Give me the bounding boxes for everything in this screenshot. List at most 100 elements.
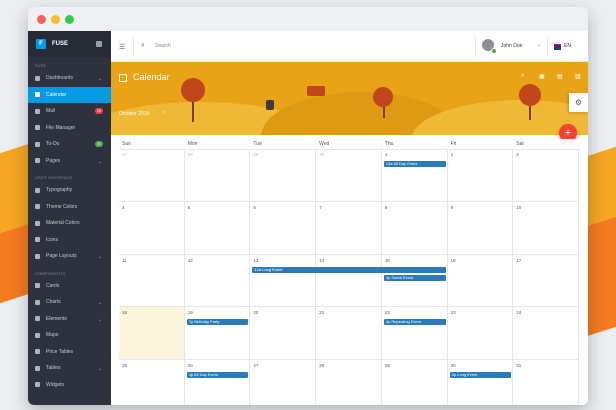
day-cell[interactable]: 12 — [184, 254, 251, 308]
day-number: 17 — [516, 257, 522, 263]
elements-icon — [35, 316, 40, 322]
day-cell[interactable]: 10 — [513, 201, 579, 255]
calendar-event[interactable]: 4p Some Event — [383, 274, 446, 281]
calendar-event[interactable]: 4p Long Event — [449, 372, 512, 379]
day-cell[interactable]: 17 — [513, 254, 579, 308]
prev-month-button[interactable]: ‹ — [163, 110, 165, 116]
day-number: 28 — [187, 152, 193, 157]
day-cell[interactable]: 29 — [250, 149, 317, 202]
calendar-event[interactable]: 12a All Day Event — [383, 161, 446, 167]
chevron-down-icon: ⌄ — [97, 158, 102, 165]
day-cell[interactable]: 15 — [381, 254, 448, 308]
day-cell[interactable]: 27 — [119, 149, 185, 202]
day-cell[interactable]: 14 — [316, 254, 382, 308]
minimize-window-button[interactable] — [51, 15, 60, 24]
day-cell[interactable]: 25 — [119, 360, 185, 405]
sidebar-item-label: Page Layouts — [46, 253, 77, 260]
day-cell[interactable]: 4 — [119, 201, 185, 255]
sidebar-item-charts[interactable]: Charts ⌄ — [28, 294, 111, 311]
day-cell[interactable]: 23 — [447, 307, 514, 361]
page-title: Calendar — [133, 72, 170, 82]
sidebar-item-label: Tables — [46, 365, 61, 372]
close-window-button[interactable] — [37, 15, 46, 24]
day-cell[interactable]: 5 — [184, 201, 251, 255]
pages-icon — [35, 158, 40, 164]
user-name[interactable]: John Doe — [501, 43, 522, 49]
app-window: F FUSE FUSE Dashboards ⌄ Calendar Mail 25 Fil… — [28, 7, 588, 405]
day-cell[interactable]: 9 — [447, 201, 514, 255]
uk-flag-icon[interactable] — [554, 44, 561, 50]
calendar-event[interactable]: 7p Birthday Party — [186, 319, 249, 326]
sidebar-item-cards[interactable]: Cards — [28, 278, 111, 295]
sidebar-item-theme-colors[interactable]: Theme Colors — [28, 199, 111, 216]
sidebar-item-tables[interactable]: Tables ⌄ — [28, 360, 111, 377]
day-cell[interactable]: 29 — [382, 360, 448, 405]
sidebar-item-price-tables[interactable]: Price Tables — [28, 344, 111, 361]
sidebar-item-dashboards[interactable]: Dashboards ⌄ — [28, 70, 111, 87]
day-cell[interactable]: 27 — [250, 360, 317, 405]
day-number: 15 — [384, 257, 390, 263]
sidebar-item-label: Price Tables — [46, 348, 74, 355]
file-manager-icon — [35, 125, 40, 131]
day-cell[interactable]: 31 — [513, 360, 579, 405]
day-number: 23 — [450, 310, 456, 316]
toolbar-divider — [475, 37, 476, 55]
icons-icon — [35, 237, 40, 243]
sidebar-item-typography[interactable]: Typography — [28, 182, 111, 199]
sidebar-item-mail[interactable]: Mail 25 — [28, 103, 111, 120]
day-cell[interactable]: 1 — [381, 149, 448, 202]
search-input[interactable]: Search — [155, 43, 171, 49]
chevron-down-icon[interactable]: ⌄ — [537, 42, 541, 48]
calendar-event[interactable]: 4p All Day Event — [186, 372, 249, 379]
sidebar-toggle-icon[interactable] — [96, 41, 102, 47]
day-cell[interactable]: 26 — [185, 360, 251, 405]
day-cell[interactable]: 20 — [250, 307, 317, 361]
sidebar-item-page-layouts[interactable]: Page Layouts ⌄ — [28, 248, 111, 265]
sidebar-item-material-colors[interactable]: Material Colors — [28, 215, 111, 232]
mail-icon — [35, 108, 40, 114]
day-cell[interactable]: 21 — [316, 307, 382, 361]
day-cell[interactable]: 28 — [184, 149, 251, 202]
calendar-icon — [35, 92, 40, 98]
day-cell[interactable]: 13 — [250, 254, 317, 308]
settings-gear-icon[interactable]: ⚙ — [569, 93, 588, 112]
maximize-window-button[interactable] — [65, 15, 74, 24]
day-cell[interactable]: 2 — [447, 149, 514, 202]
weekday-label: Wed — [319, 141, 330, 147]
day-cell[interactable]: 30 — [448, 360, 514, 405]
week-view-icon[interactable]: ▥ — [575, 73, 581, 80]
calendar-event[interactable]: 12a Long Event — [252, 266, 446, 273]
day-cell[interactable]: 11 — [119, 254, 185, 308]
day-cell[interactable]: 7 — [316, 201, 382, 255]
day-cell[interactable]: 8 — [381, 201, 448, 255]
day-cell[interactable]: 6 — [250, 201, 317, 255]
sidebar-item-calendar[interactable]: Calendar — [28, 86, 111, 103]
day-cell[interactable]: 18 — [119, 307, 185, 361]
day-cell[interactable]: 22 — [381, 307, 448, 361]
day-cell[interactable]: 3 — [513, 149, 579, 202]
sidebar-item-widgets[interactable]: Widgets — [28, 377, 111, 394]
sidebar-item-elements[interactable]: Elements ⌄ — [28, 311, 111, 328]
day-cell[interactable]: 30 — [316, 149, 382, 202]
sidebar-item-pages[interactable]: Pages ⌄ — [28, 153, 111, 170]
day-number: 8 — [384, 204, 388, 210]
language-selector[interactable]: EN — [564, 43, 571, 49]
day-number: 30 — [450, 363, 456, 369]
today-icon[interactable]: ▣ — [539, 73, 545, 80]
sidebar-item-maps[interactable]: Maps — [28, 327, 111, 344]
sidebar-item-to-do[interactable]: To-Do 5 — [28, 136, 111, 153]
menu-toggle-icon[interactable]: ☰ — [119, 43, 125, 51]
day-cell[interactable]: 24 — [513, 307, 579, 361]
day-cell[interactable]: 28 — [316, 360, 382, 405]
search-icon[interactable]: ⌕ — [521, 73, 524, 80]
month-view-icon[interactable]: ▤ — [557, 73, 563, 80]
day-number: 14 — [319, 257, 325, 263]
day-number: 20 — [253, 310, 259, 316]
day-cell[interactable]: 19 — [184, 307, 251, 361]
sidebar-item-file-manager[interactable]: File Manager — [28, 120, 111, 137]
calendar-event[interactable]: 4p Repeating Event — [383, 319, 446, 326]
search-icon[interactable]: ⌕ — [141, 42, 145, 50]
count-badge: 5 — [95, 141, 103, 147]
day-cell[interactable]: 16 — [447, 254, 514, 308]
sidebar-item-icons[interactable]: Icons — [28, 232, 111, 249]
